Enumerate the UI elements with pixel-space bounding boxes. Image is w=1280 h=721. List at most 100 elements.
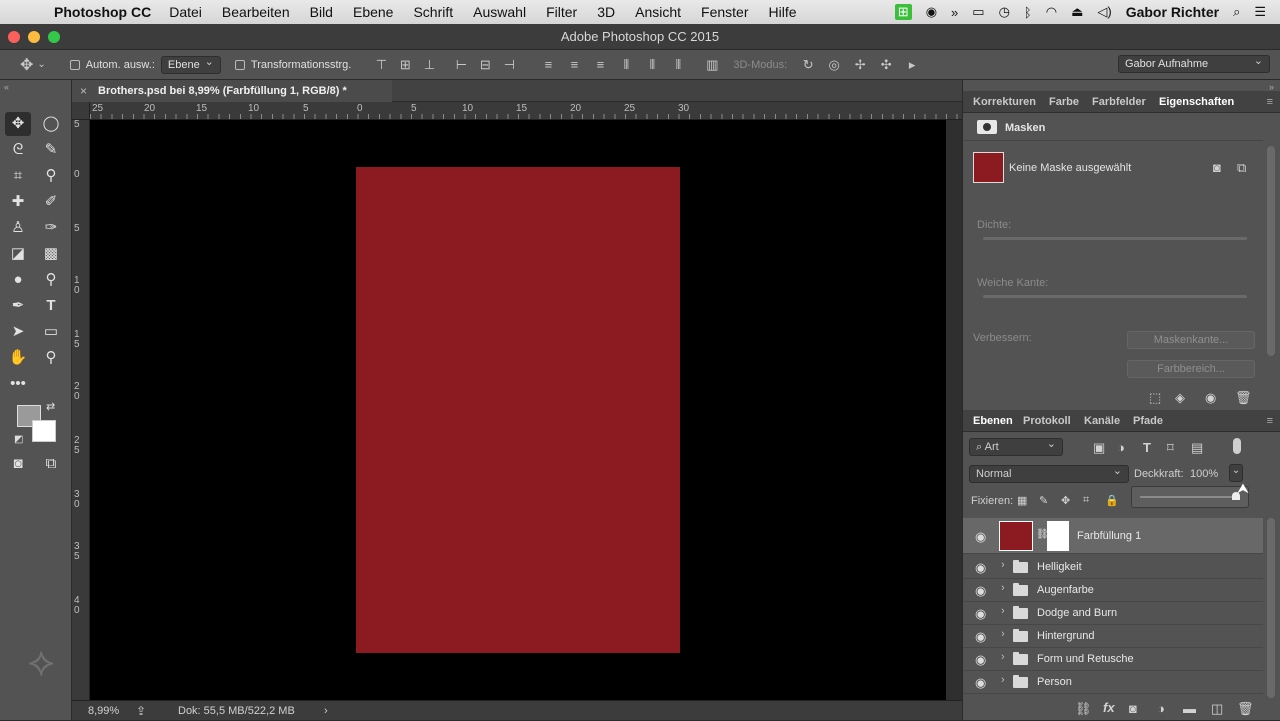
lock-artboard-icon[interactable]: ⌗ — [1083, 494, 1089, 507]
menu-filter[interactable]: Filter — [546, 4, 577, 20]
close-window-button[interactable] — [8, 31, 20, 43]
menu-hilfe[interactable]: Hilfe — [769, 4, 797, 20]
toggle-mask-icon[interactable]: ◉ — [1205, 390, 1216, 406]
tab-korrekturen[interactable]: Korrekturen — [973, 91, 1036, 113]
lock-all-icon[interactable]: 🔒 — [1105, 494, 1119, 507]
layer-name[interactable]: Person — [1037, 676, 1072, 688]
tab-farbe[interactable]: Farbe — [1049, 91, 1079, 113]
blur-tool[interactable]: ● — [5, 268, 31, 292]
menu-ansicht[interactable]: Ansicht — [635, 4, 681, 20]
properties-scrollbar[interactable] — [1267, 146, 1275, 356]
expand-group-chevron-icon[interactable]: › — [1001, 582, 1005, 594]
move-tool-icon[interactable]: ✥ — [20, 55, 33, 75]
new-adjustment-layer-icon[interactable]: ◑ — [1157, 701, 1165, 716]
visibility-eye-icon[interactable]: ◉ — [975, 606, 986, 622]
menu-bearbeiten[interactable]: Bearbeiten — [222, 4, 290, 20]
workspace-dropdown[interactable]: Gabor Aufnahme — [1118, 53, 1270, 73]
align-top-icon[interactable]: ⊤ — [369, 57, 393, 73]
ellipse-marquee-tool[interactable]: ◯ — [38, 112, 64, 136]
layer-row-hintergrund[interactable]: ◉ › Hintergrund — [963, 625, 1263, 648]
gamepad-icon[interactable]: ◉ — [926, 4, 937, 20]
background-color-swatch[interactable] — [32, 420, 56, 442]
layer-row-form-und-retusche[interactable]: ◉ › Form und Retusche — [963, 648, 1263, 671]
volume-icon[interactable]: ◁) — [1097, 4, 1111, 20]
auto-align-icon[interactable]: ▥ — [699, 57, 725, 73]
clock-icon[interactable]: ◷ — [999, 4, 1010, 20]
mask-edge-button[interactable]: Maskenkante... — [1127, 331, 1255, 349]
menu-bild[interactable]: Bild — [310, 4, 333, 20]
path-selection-tool[interactable]: ➤ — [5, 320, 31, 344]
3d-scale-icon[interactable]: ▸ — [899, 57, 925, 73]
layer-row-farbfuellung[interactable]: ◉ ⛓ Farbfüllung 1 — [963, 518, 1263, 554]
blend-mode-dropdown[interactable]: Normal — [969, 463, 1129, 483]
vertical-ruler[interactable]: 5 0 5 10 15 20 25 30 35 40 — [72, 120, 90, 700]
gradient-tool[interactable]: ▩ — [38, 242, 64, 266]
opacity-slider-popup[interactable] — [1131, 486, 1249, 508]
eject-icon[interactable]: ⏏ — [1071, 4, 1083, 20]
pen-tool[interactable]: ✒ — [5, 294, 31, 318]
distribute-left-icon[interactable]: ⦀ — [613, 57, 639, 73]
wifi-icon[interactable]: ◠ — [1046, 4, 1057, 20]
horizontal-ruler[interactable]: 25 20 15 10 5 0 5 10 15 20 25 30 — [90, 102, 962, 120]
layer-name[interactable]: Augenfarbe — [1037, 584, 1094, 596]
lock-pixels-icon[interactable]: ✎ — [1039, 494, 1048, 507]
status-menu-chevron-icon[interactable]: › — [324, 701, 328, 721]
layer-name[interactable]: Form und Retusche — [1037, 653, 1134, 665]
tab-ebenen[interactable]: Ebenen — [973, 410, 1013, 432]
zoom-level[interactable]: 8,99% — [88, 701, 119, 721]
3d-roll-icon[interactable]: ◎ — [821, 57, 847, 73]
menu-auswahl[interactable]: Auswahl — [473, 4, 526, 20]
align-left-icon[interactable]: ⊢ — [449, 57, 473, 73]
auto-select-dropdown[interactable]: Ebene — [160, 54, 221, 74]
density-slider[interactable] — [983, 237, 1247, 240]
transform-controls-checkbox[interactable] — [234, 59, 245, 70]
link-layers-icon[interactable]: ⛓ — [1075, 701, 1092, 717]
type-tool[interactable]: T — [38, 294, 64, 318]
filter-pixel-icon[interactable]: ▣ — [1093, 440, 1105, 456]
layer-row-dodge-and-burn[interactable]: ◉ › Dodge and Burn — [963, 602, 1263, 625]
align-right-icon[interactable]: ⊣ — [497, 57, 521, 73]
zoom-tool[interactable]: ⚲ — [38, 346, 64, 370]
bluetooth-icon[interactable]: ᛒ — [1024, 5, 1032, 20]
notification-list-icon[interactable]: ☰ — [1254, 4, 1266, 20]
layer-filter-kind-dropdown[interactable]: ⌕ Art — [969, 436, 1063, 456]
filter-toggle[interactable] — [1233, 438, 1241, 454]
spotlight-search-icon[interactable]: ⌕ — [1233, 4, 1240, 20]
apply-mask-icon[interactable]: ◈ — [1175, 390, 1185, 406]
expand-group-chevron-icon[interactable]: › — [1001, 651, 1005, 663]
opacity-value[interactable]: 100% — [1190, 468, 1218, 480]
menu-ebene[interactable]: Ebene — [353, 4, 393, 20]
tab-farbfelder[interactable]: Farbfelder — [1092, 91, 1146, 113]
history-brush-tool[interactable]: ✑ — [38, 216, 64, 240]
menu-fenster[interactable]: Fenster — [701, 4, 748, 20]
vertical-scrollbar[interactable] — [946, 120, 962, 700]
visibility-eye-icon[interactable]: ◉ — [975, 629, 986, 645]
close-document-icon[interactable]: × — [80, 80, 87, 102]
tab-eigenschaften[interactable]: Eigenschaften — [1159, 91, 1234, 113]
filter-smart-object-icon[interactable]: ▤ — [1191, 440, 1203, 456]
add-vector-mask-icon[interactable]: ⧉ — [1237, 160, 1246, 176]
visibility-eye-icon[interactable]: ◉ — [975, 652, 986, 668]
quick-selection-tool[interactable]: ✎ — [38, 138, 64, 162]
lock-position-icon[interactable]: ✥ — [1061, 494, 1070, 507]
screen-mode-icon[interactable]: ⧉ — [38, 452, 64, 476]
menu-app-name[interactable]: Photoshop CC — [54, 4, 151, 20]
hand-tool[interactable]: ✋ — [5, 346, 31, 370]
tab-protokoll[interactable]: Protokoll — [1023, 410, 1071, 432]
expand-group-chevron-icon[interactable]: › — [1001, 605, 1005, 617]
display-icon[interactable]: ▭ — [972, 4, 984, 20]
layer-row-person[interactable]: ◉ › Person — [963, 671, 1263, 694]
layer-style-fx-icon[interactable]: fx — [1103, 700, 1115, 715]
rectangle-tool[interactable]: ▭ — [38, 320, 64, 344]
minimize-window-button[interactable] — [28, 31, 40, 43]
load-selection-icon[interactable]: ⬚ — [1149, 390, 1161, 406]
distribute-top-icon[interactable]: ≡ — [535, 57, 561, 72]
filter-type-icon[interactable]: T — [1143, 440, 1151, 455]
menu-3d[interactable]: 3D — [597, 4, 615, 20]
visibility-eye-icon[interactable]: ◉ — [975, 583, 986, 599]
distribute-bottom-icon[interactable]: ≡ — [587, 57, 613, 72]
3d-rotate-icon[interactable]: ↻ — [795, 57, 821, 73]
expand-group-chevron-icon[interactable]: › — [1001, 559, 1005, 571]
expand-group-chevron-icon[interactable]: › — [1001, 674, 1005, 686]
layer-row-augenfarbe[interactable]: ◉ › Augenfarbe — [963, 579, 1263, 602]
